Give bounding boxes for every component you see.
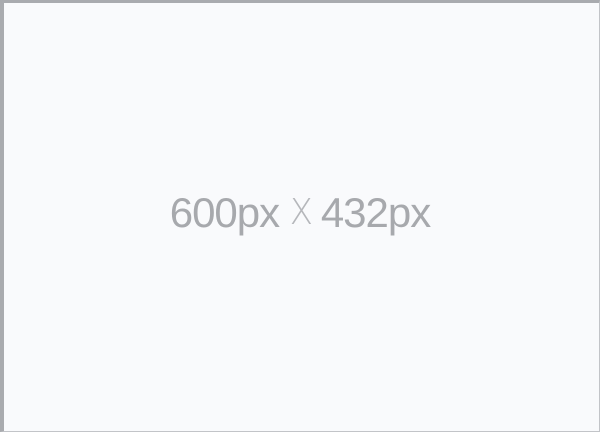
dimensions-label: 600px X 432px [169, 189, 432, 236]
placeholder-image: 600px X 432px [0, 0, 600, 432]
width-text: 600px [169, 189, 280, 236]
height-text: 432px [320, 189, 431, 236]
times-icon: X [289, 192, 313, 233]
